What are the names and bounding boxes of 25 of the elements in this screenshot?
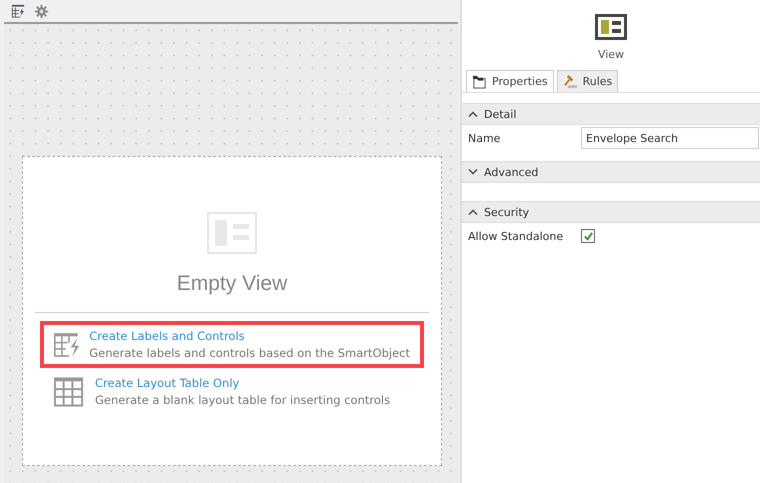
option-item[interactable]: Create Layout Table Only Generate a blank layout table for inserting controls <box>40 368 424 415</box>
option-description: Generate a blank layout table for inserting controls <box>95 393 390 407</box>
property-label: Name <box>468 132 502 144</box>
tab[interactable]: Rules <box>556 70 618 92</box>
gear-icon[interactable] <box>34 4 49 18</box>
section-header[interactable]: Detail <box>462 103 760 125</box>
chevron-up-icon <box>468 209 478 215</box>
property-label: Allow Standalone <box>468 230 564 242</box>
properties-icon <box>472 74 487 89</box>
option-description: Generate labels and controls based on the SmartObject <box>89 346 410 360</box>
panel-title: View <box>598 48 624 61</box>
chevron-up-icon <box>468 111 478 117</box>
view-layout-icon <box>207 212 257 254</box>
tab[interactable]: Properties <box>466 70 554 92</box>
gavel-icon <box>562 74 578 89</box>
table-icon <box>54 376 85 406</box>
table-lightning-icon[interactable] <box>11 4 25 18</box>
option-item[interactable]: Create Labels and Controls Generate labels and controls based on the SmartObject <box>40 321 424 368</box>
name-field[interactable]: Envelope Search <box>581 127 759 149</box>
checkbox[interactable] <box>581 229 595 243</box>
section-header[interactable]: Security <box>462 201 760 223</box>
chevron-down-icon <box>468 169 478 175</box>
view-layout-icon <box>595 14 627 40</box>
section-header[interactable]: Advanced <box>462 161 760 183</box>
empty-view-title: Empty View <box>176 272 288 296</box>
